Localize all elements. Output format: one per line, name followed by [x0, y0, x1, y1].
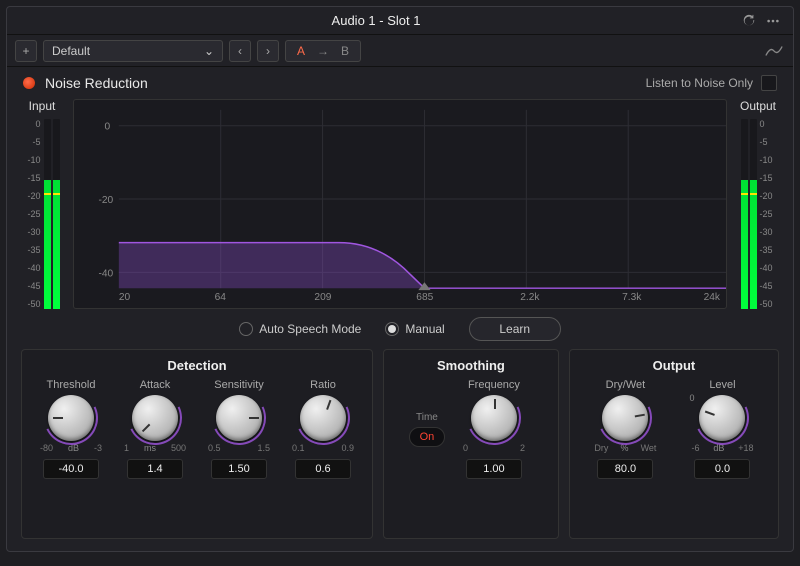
routing-icon[interactable]	[763, 40, 785, 62]
ab-compare-group: A → B	[285, 40, 361, 62]
drywet-knob[interactable]	[602, 395, 648, 441]
threshold-value[interactable]: -40.0	[43, 459, 99, 479]
level-zero-label: 0	[689, 393, 694, 403]
preset-name: Default	[52, 44, 90, 58]
threshold-label: Threshold	[47, 379, 96, 391]
frequency-knob[interactable]	[471, 395, 517, 441]
output-panel: Output Dry/Wet Dry%Wet 80.0 Level 0	[569, 349, 779, 539]
attack-value[interactable]: 1.4	[127, 459, 183, 479]
attack-knob[interactable]	[132, 395, 178, 441]
add-preset-button[interactable]: +	[15, 40, 37, 62]
more-icon[interactable]	[761, 11, 785, 31]
svg-text:24k: 24k	[704, 292, 721, 303]
level-value[interactable]: 0.0	[694, 459, 750, 479]
smoothing-title: Smoothing	[394, 358, 548, 373]
preset-prev-button[interactable]: ‹	[229, 40, 251, 62]
manual-mode-label: Manual	[405, 322, 444, 336]
input-meter-ticks: 0-5-10-15-20-25-30-35-40-45-50	[25, 119, 41, 309]
threshold-knob[interactable]	[48, 395, 94, 441]
input-meter: Input 0-5-10-15-20-25-30-35-40-45-50	[21, 99, 63, 309]
frequency-label: Frequency	[468, 379, 520, 391]
output-meter-label: Output	[740, 99, 776, 113]
chevron-down-icon: ⌄	[204, 44, 214, 58]
input-meter-label: Input	[29, 99, 56, 113]
learn-button[interactable]: Learn	[469, 317, 561, 341]
svg-text:-40: -40	[98, 268, 113, 279]
listen-noise-checkbox[interactable]	[761, 75, 777, 91]
auto-speech-mode-radio[interactable]: Auto Speech Mode	[239, 322, 361, 336]
window-title: Audio 1 - Slot 1	[15, 13, 737, 28]
frequency-value[interactable]: 1.00	[466, 459, 522, 479]
svg-text:64: 64	[215, 292, 227, 303]
drywet-value[interactable]: 80.0	[597, 459, 653, 479]
time-toggle[interactable]: On	[409, 427, 445, 447]
ratio-knob[interactable]	[300, 395, 346, 441]
level-knob[interactable]	[699, 395, 745, 441]
svg-text:7.3k: 7.3k	[622, 292, 642, 303]
sensitivity-label: Sensitivity	[214, 379, 264, 391]
svg-text:0: 0	[105, 122, 111, 133]
ratio-value[interactable]: 0.6	[295, 459, 351, 479]
preset-select[interactable]: Default ⌄	[43, 40, 223, 62]
spectrum-graph[interactable]: 0 -20 -40 20 64 209 685 2.2k 7.3k 24k	[73, 99, 727, 309]
smoothing-panel: Smoothing Time On Frequency 02 1.00	[383, 349, 559, 539]
detection-panel: Detection Threshold -80dB-3 -40.0 Attack…	[21, 349, 373, 539]
svg-text:-20: -20	[98, 195, 113, 206]
output-meter: Output 0-5-10-15-20-25-30-35-40-45-50	[737, 99, 779, 309]
output-meter-ticks: 0-5-10-15-20-25-30-35-40-45-50	[760, 119, 776, 309]
svg-text:209: 209	[314, 292, 331, 303]
time-label: Time	[416, 412, 438, 423]
drywet-label: Dry/Wet	[606, 379, 646, 391]
listen-noise-label: Listen to Noise Only	[646, 76, 753, 90]
svg-text:20: 20	[119, 292, 131, 303]
attack-label: Attack	[140, 379, 171, 391]
sensitivity-value[interactable]: 1.50	[211, 459, 267, 479]
detection-title: Detection	[32, 358, 362, 373]
auto-speech-mode-label: Auto Speech Mode	[259, 322, 361, 336]
svg-text:685: 685	[416, 292, 433, 303]
level-label: Level	[709, 379, 735, 391]
preset-next-button[interactable]: ›	[257, 40, 279, 62]
output-title: Output	[580, 358, 768, 373]
ab-a-button[interactable]: A	[290, 44, 312, 58]
plugin-title: Noise Reduction	[45, 75, 646, 91]
sensitivity-knob[interactable]	[216, 395, 262, 441]
ab-b-button[interactable]: B	[334, 44, 356, 58]
manual-mode-radio[interactable]: Manual	[385, 322, 444, 336]
svg-text:2.2k: 2.2k	[520, 292, 540, 303]
ab-copy-button[interactable]: →	[312, 44, 334, 58]
enable-indicator-icon[interactable]	[23, 77, 35, 89]
ratio-label: Ratio	[310, 379, 336, 391]
reset-icon[interactable]	[737, 11, 761, 31]
